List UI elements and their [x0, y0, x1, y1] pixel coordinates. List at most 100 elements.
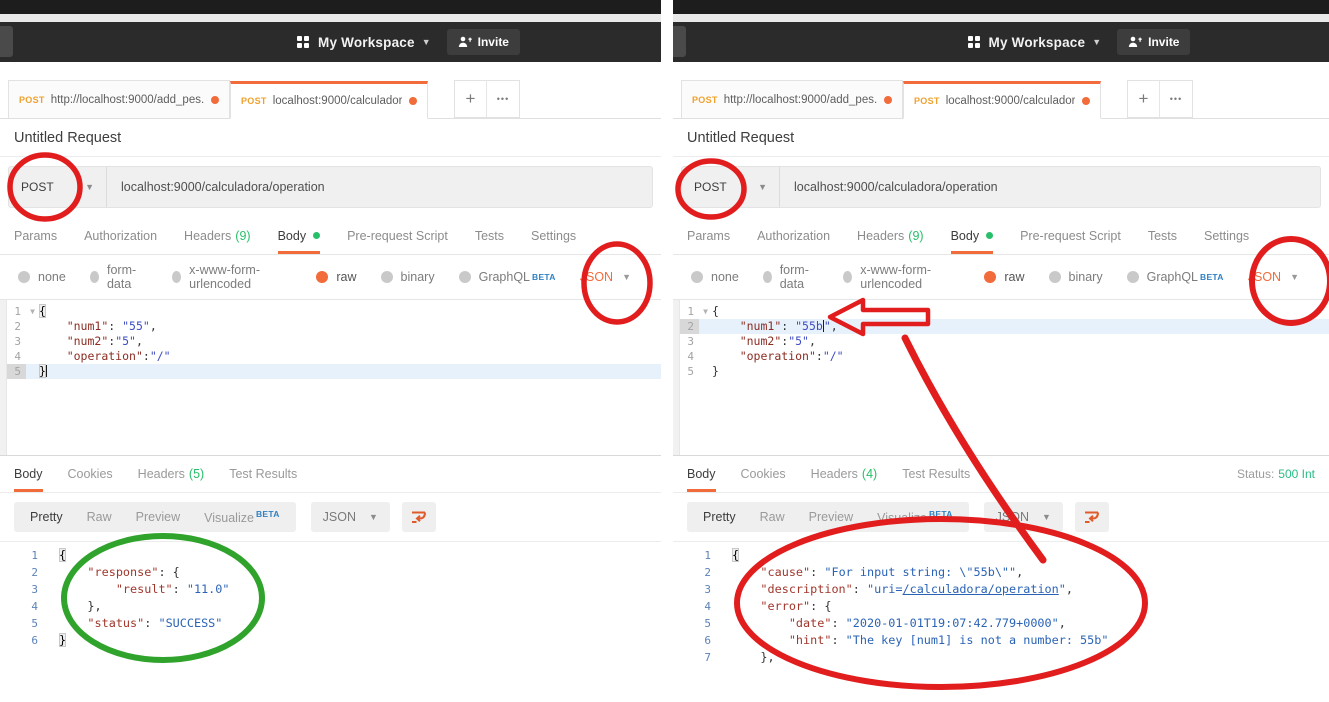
tab-settings[interactable]: Settings: [531, 217, 576, 254]
invite-button[interactable]: Invite: [447, 29, 520, 55]
request-body-editor[interactable]: 1▼{2 "num1": "55b",3 "num2":"5",4 "opera…: [673, 299, 1329, 456]
response-type-caret-icon: ▼: [369, 512, 378, 522]
radio-icon: [1127, 271, 1139, 283]
graphql-beta-badge: BETA: [532, 272, 556, 282]
tab-options-button[interactable]: •••: [487, 81, 519, 117]
view-raw[interactable]: Raw: [748, 510, 797, 524]
tab-params[interactable]: Params: [14, 217, 57, 254]
sidebar-edge: [673, 26, 686, 57]
mode-raw-selected[interactable]: raw: [984, 270, 1024, 284]
body-mode-row: none form-data x-www-form-urlencoded raw…: [0, 255, 661, 299]
os-titlebar: [673, 0, 1329, 14]
request-body-editor[interactable]: 1▼{2 "num1": "55",3 "num2":"5",4 "operat…: [0, 299, 661, 456]
workspace-caret-icon[interactable]: ▼: [422, 37, 431, 47]
request-tab-1[interactable]: POST http://localhost:9000/add_pes...: [681, 80, 903, 118]
code-line: 1▼{: [673, 304, 1329, 319]
mode-graphql[interactable]: GraphQLBETA: [459, 270, 556, 284]
mode-graphql[interactable]: GraphQLBETA: [1127, 270, 1224, 284]
status-label: Status:: [1237, 467, 1274, 481]
code-line: 4 "error": {: [673, 598, 1329, 615]
tab-params[interactable]: Params: [687, 217, 730, 254]
mode-urlencoded[interactable]: x-www-form-urlencoded: [172, 263, 293, 291]
response-tab-test-results[interactable]: Test Results: [902, 456, 970, 492]
response-body-viewer[interactable]: 1{2 "response": {3 "result": "11.0"4 },5…: [0, 541, 661, 649]
view-visualize[interactable]: VisualizeBETA: [865, 509, 965, 525]
graphql-beta-badge: BETA: [1200, 272, 1224, 282]
code-line: 6}: [0, 632, 661, 649]
content-type-select[interactable]: JSON ▼: [580, 270, 631, 284]
code-line: 3 "description": "uri=/calculadora/opera…: [673, 581, 1329, 598]
code-line: 5}: [0, 364, 661, 379]
tab-options-button[interactable]: •••: [1160, 81, 1192, 117]
response-view-switch: Pretty Raw Preview VisualizeBETA: [687, 502, 969, 532]
tab-body[interactable]: Body: [951, 217, 994, 254]
tab-headers[interactable]: Headers(9): [857, 217, 924, 254]
workspace-caret-icon[interactable]: ▼: [1092, 37, 1101, 47]
response-tab-body[interactable]: Body: [14, 456, 43, 492]
request-title: Untitled Request: [673, 119, 1329, 157]
request-tab-2-active[interactable]: POST localhost:9000/calculadora/op...: [903, 81, 1101, 119]
mode-form-data[interactable]: form-data: [90, 263, 148, 291]
workspace-name[interactable]: My Workspace: [989, 35, 1086, 50]
code-line: 3 "num2":"5",: [0, 334, 661, 349]
tab-pre-request-script[interactable]: Pre-request Script: [1020, 217, 1121, 254]
tab-tools: + •••: [454, 80, 520, 118]
wrap-lines-button[interactable]: [402, 502, 436, 532]
tab-tests[interactable]: Tests: [475, 217, 504, 254]
unsaved-dot-icon: [1082, 97, 1090, 105]
response-tab-cookies[interactable]: Cookies: [68, 456, 113, 492]
view-preview[interactable]: Preview: [797, 510, 865, 524]
response-tab-body[interactable]: Body: [687, 456, 716, 492]
mode-none[interactable]: none: [691, 270, 739, 284]
radio-icon: [763, 271, 772, 283]
code-line: 2 "response": {: [0, 564, 661, 581]
method-select[interactable]: POST ▼: [682, 167, 780, 207]
view-preview[interactable]: Preview: [124, 510, 192, 524]
mode-form-data[interactable]: form-data: [763, 263, 819, 291]
invite-button[interactable]: Invite: [1117, 29, 1190, 55]
radio-selected-icon: [316, 271, 328, 283]
view-raw[interactable]: Raw: [75, 510, 124, 524]
response-type-select[interactable]: JSON ▼: [984, 502, 1063, 532]
tab-title: http://localhost:9000/add_pes...: [51, 94, 204, 106]
view-pretty[interactable]: Pretty: [691, 510, 748, 524]
tab-authorization[interactable]: Authorization: [757, 217, 830, 254]
response-section-tabs: Body Cookies Headers(4) Test Results Sta…: [673, 456, 1329, 493]
mode-binary[interactable]: binary: [1049, 270, 1103, 284]
response-tab-cookies[interactable]: Cookies: [741, 456, 786, 492]
response-tab-headers[interactable]: Headers(4): [811, 456, 878, 492]
mode-none[interactable]: none: [18, 270, 66, 284]
response-body-viewer[interactable]: 1{2 "cause": "For input string: \"55b\""…: [673, 541, 1329, 666]
response-tab-test-results[interactable]: Test Results: [229, 456, 297, 492]
url-bar: POST ▼ localhost:9000/calculadora/operat…: [8, 166, 653, 208]
wrap-lines-button[interactable]: [1075, 502, 1109, 532]
view-visualize[interactable]: VisualizeBETA: [192, 509, 292, 525]
unsaved-dot-icon: [211, 96, 219, 104]
url-input[interactable]: localhost:9000/calculadora/operation: [107, 180, 325, 194]
screenshot-stage: My Workspace ▼ Invite POST http://localh…: [0, 0, 1329, 702]
visualize-beta-badge: BETA: [256, 509, 280, 519]
response-type-select[interactable]: JSON ▼: [311, 502, 390, 532]
tab-settings[interactable]: Settings: [1204, 217, 1249, 254]
content-type-select[interactable]: JSON ▼: [1248, 270, 1299, 284]
tab-tests[interactable]: Tests: [1148, 217, 1177, 254]
mode-raw-selected[interactable]: raw: [316, 270, 356, 284]
code-line: 3 "result": "11.0": [0, 581, 661, 598]
mode-binary[interactable]: binary: [381, 270, 435, 284]
tab-authorization[interactable]: Authorization: [84, 217, 157, 254]
response-tab-headers[interactable]: Headers(5): [138, 456, 205, 492]
mode-urlencoded[interactable]: x-www-form-urlencoded: [843, 263, 960, 291]
new-tab-button[interactable]: +: [1128, 81, 1160, 117]
method-select[interactable]: POST ▼: [9, 167, 107, 207]
tab-pre-request-script[interactable]: Pre-request Script: [347, 217, 448, 254]
request-tab-2-active[interactable]: POST localhost:9000/calculadora/op...: [230, 81, 428, 119]
url-input[interactable]: localhost:9000/calculadora/operation: [780, 180, 998, 194]
code-line: 5 "status": "SUCCESS": [0, 615, 661, 632]
tab-body[interactable]: Body: [278, 217, 321, 254]
new-tab-button[interactable]: +: [455, 81, 487, 117]
request-tab-1[interactable]: POST http://localhost:9000/add_pes...: [8, 80, 230, 118]
workspace-name[interactable]: My Workspace: [318, 35, 415, 50]
view-pretty[interactable]: Pretty: [18, 510, 75, 524]
tab-headers[interactable]: Headers(9): [184, 217, 251, 254]
postman-panel-left: My Workspace ▼ Invite POST http://localh…: [0, 0, 661, 702]
